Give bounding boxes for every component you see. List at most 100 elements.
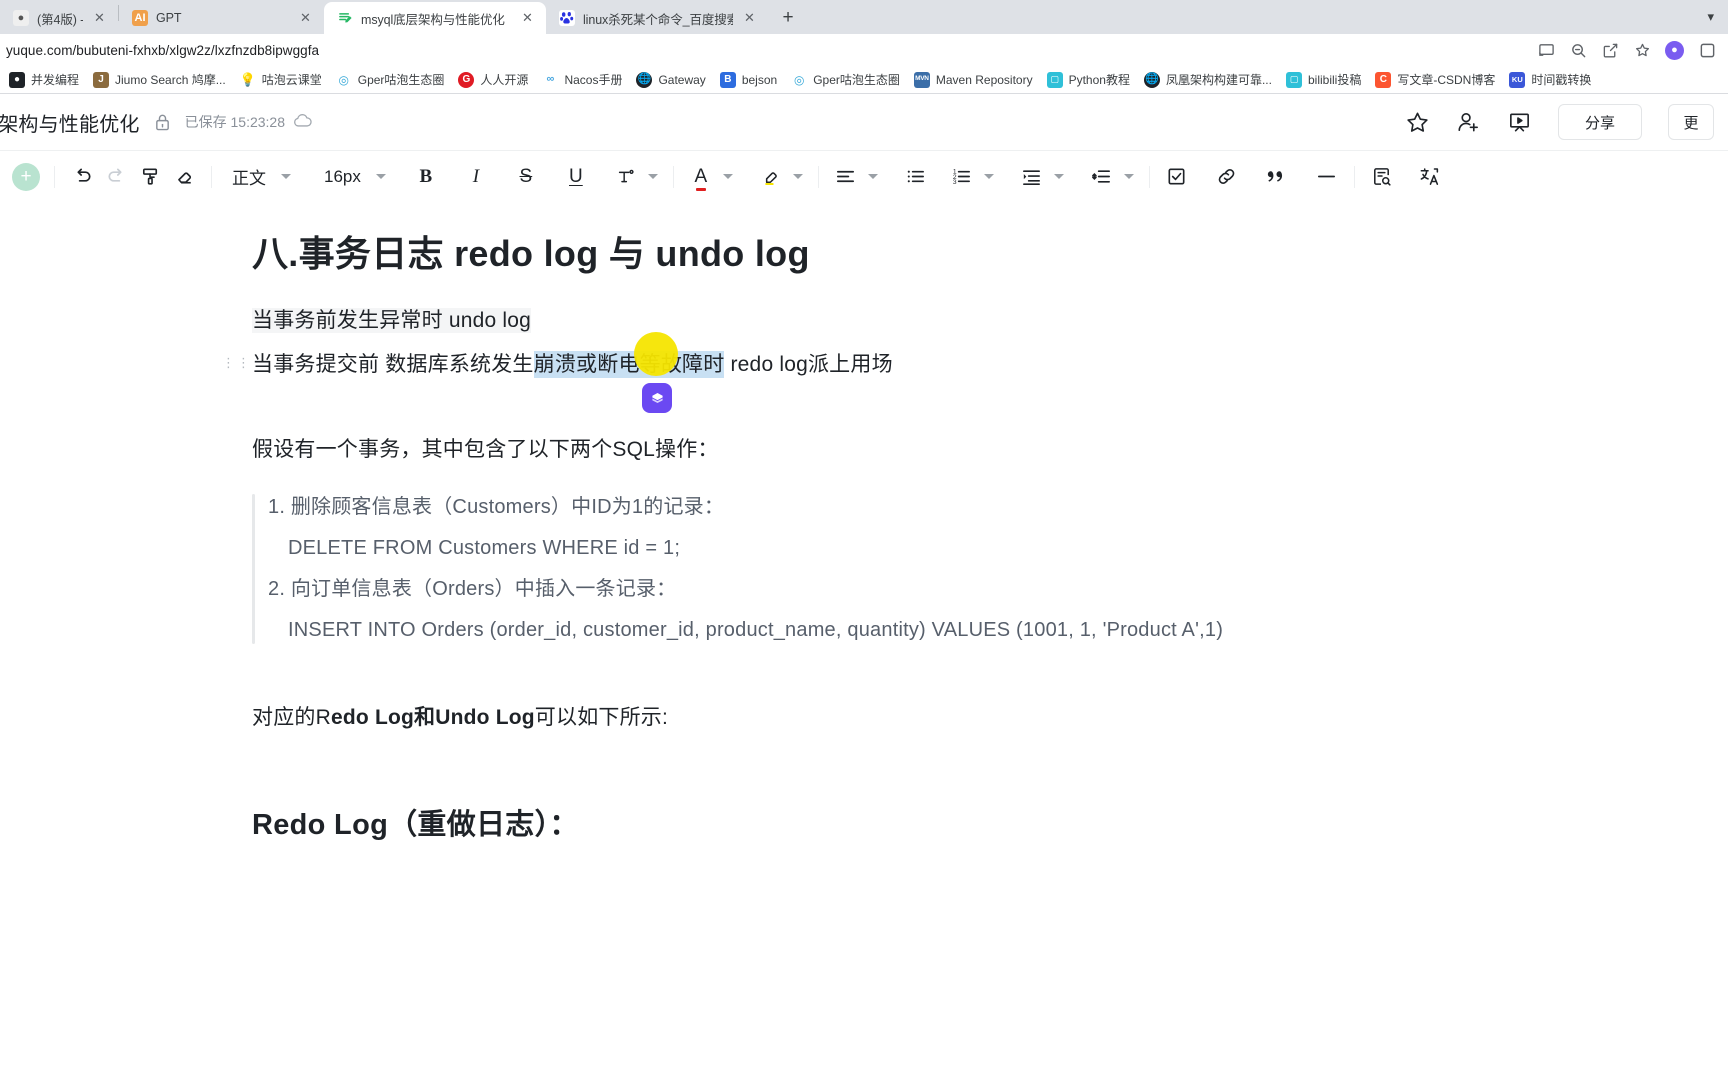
bookmark-item[interactable]: ▢ bilibili投稿 bbox=[1279, 68, 1368, 91]
bookmark-label: Nacos手册 bbox=[564, 73, 623, 87]
bookmark-item[interactable]: ◎ Gper咕泡生态圈 bbox=[329, 68, 452, 91]
bookmark-item[interactable]: 💡 咕泡云课堂 bbox=[233, 68, 329, 91]
divider-button[interactable] bbox=[1310, 160, 1344, 194]
bookmark-item[interactable]: 🌐 凤凰架构构建可靠... bbox=[1137, 68, 1279, 91]
chevron-down-icon[interactable] bbox=[863, 160, 883, 194]
doc-find-button[interactable] bbox=[1365, 160, 1399, 194]
quote-block[interactable]: 1. 删除顾客信息表（Customers）中ID为1的记录： DELETE FR… bbox=[252, 492, 1728, 646]
extension-purple-icon[interactable]: ● bbox=[1665, 40, 1684, 60]
tabstrip-controls: ▾ bbox=[1701, 0, 1728, 34]
presentation-icon[interactable] bbox=[1507, 110, 1532, 135]
baidu-icon bbox=[559, 10, 575, 26]
share-button[interactable]: 分享 bbox=[1558, 104, 1642, 140]
clear-format-button[interactable] bbox=[167, 160, 201, 194]
link-button[interactable] bbox=[1210, 160, 1244, 194]
bookmark-label: Maven Repository bbox=[935, 72, 1033, 87]
quote-button[interactable] bbox=[1260, 160, 1294, 194]
chevron-down-icon[interactable] bbox=[643, 160, 663, 194]
toolbar-divider bbox=[54, 165, 55, 188]
new-tab-button[interactable]: + bbox=[774, 4, 802, 32]
share-icon[interactable] bbox=[1601, 41, 1619, 59]
omnibox-icons: ● bbox=[1537, 40, 1720, 60]
paragraph-3[interactable]: 假设有一个事务，其中包含了以下两个SQL操作： bbox=[252, 434, 1728, 467]
tab-0[interactable]: ● (第4版) -Silvia ✕ bbox=[0, 2, 118, 34]
underline-button[interactable]: U bbox=[559, 160, 593, 194]
bookmark-item[interactable]: ▢ Python教程 bbox=[1040, 68, 1137, 91]
bookmark-item[interactable]: J Jiumo Search 鸠摩... bbox=[86, 68, 233, 91]
font-color-button[interactable]: A bbox=[684, 160, 718, 194]
ordered-list-button[interactable]: 123 bbox=[945, 160, 979, 194]
undo-button[interactable] bbox=[65, 160, 99, 194]
address-bar[interactable]: yuque.com/bubuteni-fxhxb/xlgw2z/lxzfnzdb… bbox=[0, 36, 1537, 64]
bookmark-item[interactable]: ● 并发编程 bbox=[2, 68, 86, 91]
paragraph-style-select[interactable]: 正文 bbox=[222, 160, 276, 194]
paragraph-2[interactable]: 当事务提交前 数据库系统发生崩溃或断电等故障时 redo log派上用场 bbox=[252, 349, 1728, 382]
save-status-text: 已保存 15:23:28 bbox=[184, 114, 285, 130]
csdn-icon: C bbox=[1375, 71, 1392, 88]
star-icon[interactable] bbox=[1405, 110, 1430, 135]
toolbar-divider bbox=[1353, 165, 1355, 188]
toolbar-divider bbox=[211, 165, 212, 188]
bookmark-star-icon[interactable] bbox=[1633, 41, 1651, 59]
bookmark-label: Python教程 bbox=[1068, 73, 1130, 87]
bookmark-item[interactable]: ◎ Gper咕泡生态圈 bbox=[784, 68, 907, 91]
bookmark-label: bejson bbox=[741, 72, 778, 87]
bullet-list-button[interactable] bbox=[899, 160, 933, 194]
more-button[interactable]: 更 bbox=[1668, 104, 1714, 140]
bookmark-item[interactable]: C 写文章-CSDN博客 bbox=[1368, 68, 1502, 91]
italic-button[interactable]: I bbox=[459, 160, 493, 194]
cast-icon[interactable] bbox=[1537, 41, 1555, 59]
paragraph-4[interactable]: 对应的Redo Log和Undo Log可以如下所示: bbox=[252, 702, 1728, 735]
tab-strip: ● (第4版) -Silvia ✕ AI GPT ✕ msyql底层架构与性能优… bbox=[0, 0, 1728, 34]
tab-title: (第4版) -Silvia bbox=[37, 12, 83, 27]
format-painter-button[interactable] bbox=[133, 160, 167, 194]
editor-toolbar: + 正文 16px B I S U A 1 2 3 bbox=[0, 150, 1728, 202]
drag-handle[interactable]: ⋮⋮ bbox=[222, 356, 250, 369]
translate-button[interactable] bbox=[1413, 160, 1447, 194]
bookmark-item[interactable]: KU 时间戳转换 bbox=[1502, 68, 1598, 91]
tab-2[interactable]: msyql底层架构与性能优化 ✕ bbox=[324, 2, 546, 34]
align-button[interactable] bbox=[829, 160, 863, 194]
tab-3[interactable]: linux杀死某个命令_百度搜索 ✕ bbox=[546, 2, 768, 34]
gpt-icon: AI bbox=[132, 10, 148, 26]
bookmark-label: Gper咕泡生态圈 bbox=[357, 73, 445, 87]
bold-button[interactable]: B bbox=[409, 160, 443, 194]
add-person-icon[interactable] bbox=[1456, 110, 1481, 135]
document-header: 层架构与性能优化 已保存 15:23:28 分享 更 bbox=[0, 94, 1728, 150]
tab-close-icon[interactable]: ✕ bbox=[91, 10, 108, 27]
lock-icon[interactable] bbox=[154, 113, 171, 132]
bookmark-item[interactable]: ∞ Nacos手册 bbox=[535, 68, 629, 91]
chevron-down-icon[interactable] bbox=[276, 160, 296, 194]
chevron-down-icon[interactable]: ▾ bbox=[1701, 9, 1720, 25]
chevron-down-icon[interactable] bbox=[979, 160, 999, 194]
tab-close-icon[interactable]: ✕ bbox=[519, 10, 536, 27]
paragraph-1[interactable]: 当事务前发生异常时 undo log bbox=[252, 305, 1728, 338]
paragraph-2-pre: 当事务提交前 数据库系统发生 bbox=[252, 353, 534, 377]
chevron-down-icon[interactable] bbox=[371, 160, 391, 194]
chevron-down-icon[interactable] bbox=[1049, 160, 1069, 194]
chevron-down-icon[interactable] bbox=[718, 160, 738, 194]
bookmark-item[interactable]: G 人人开源 bbox=[451, 68, 535, 91]
more-text-format-button[interactable] bbox=[609, 160, 643, 194]
chevron-down-icon[interactable] bbox=[788, 160, 808, 194]
line-height-button[interactable] bbox=[1085, 160, 1119, 194]
tab-1[interactable]: AI GPT ✕ bbox=[119, 2, 324, 34]
page-title[interactable]: 层架构与性能优化 bbox=[0, 108, 140, 137]
highlight-button[interactable] bbox=[754, 160, 788, 194]
indent-button[interactable] bbox=[1015, 160, 1049, 194]
document-body[interactable]: 八.事务日志 redo log 与 undo log 当事务前发生异常时 und… bbox=[0, 202, 1728, 1080]
insert-block-button[interactable]: + bbox=[12, 162, 40, 191]
redo-button[interactable] bbox=[99, 160, 133, 194]
zoom-icon[interactable] bbox=[1569, 41, 1587, 59]
font-size-select[interactable]: 16px bbox=[314, 160, 371, 194]
menu-icon[interactable] bbox=[1698, 41, 1716, 59]
bookmark-item[interactable]: 🌐 Gateway bbox=[629, 69, 712, 91]
strikethrough-button[interactable]: S bbox=[509, 160, 543, 194]
tab-close-icon[interactable]: ✕ bbox=[741, 10, 758, 27]
tab-close-icon[interactable]: ✕ bbox=[297, 10, 314, 27]
bookmark-item[interactable]: B bejson bbox=[713, 69, 784, 91]
bookmark-item[interactable]: MVN Maven Repository bbox=[907, 69, 1040, 91]
todo-checkbox-button[interactable] bbox=[1160, 160, 1194, 194]
github-icon: ● bbox=[9, 71, 25, 88]
chevron-down-icon[interactable] bbox=[1119, 160, 1139, 194]
